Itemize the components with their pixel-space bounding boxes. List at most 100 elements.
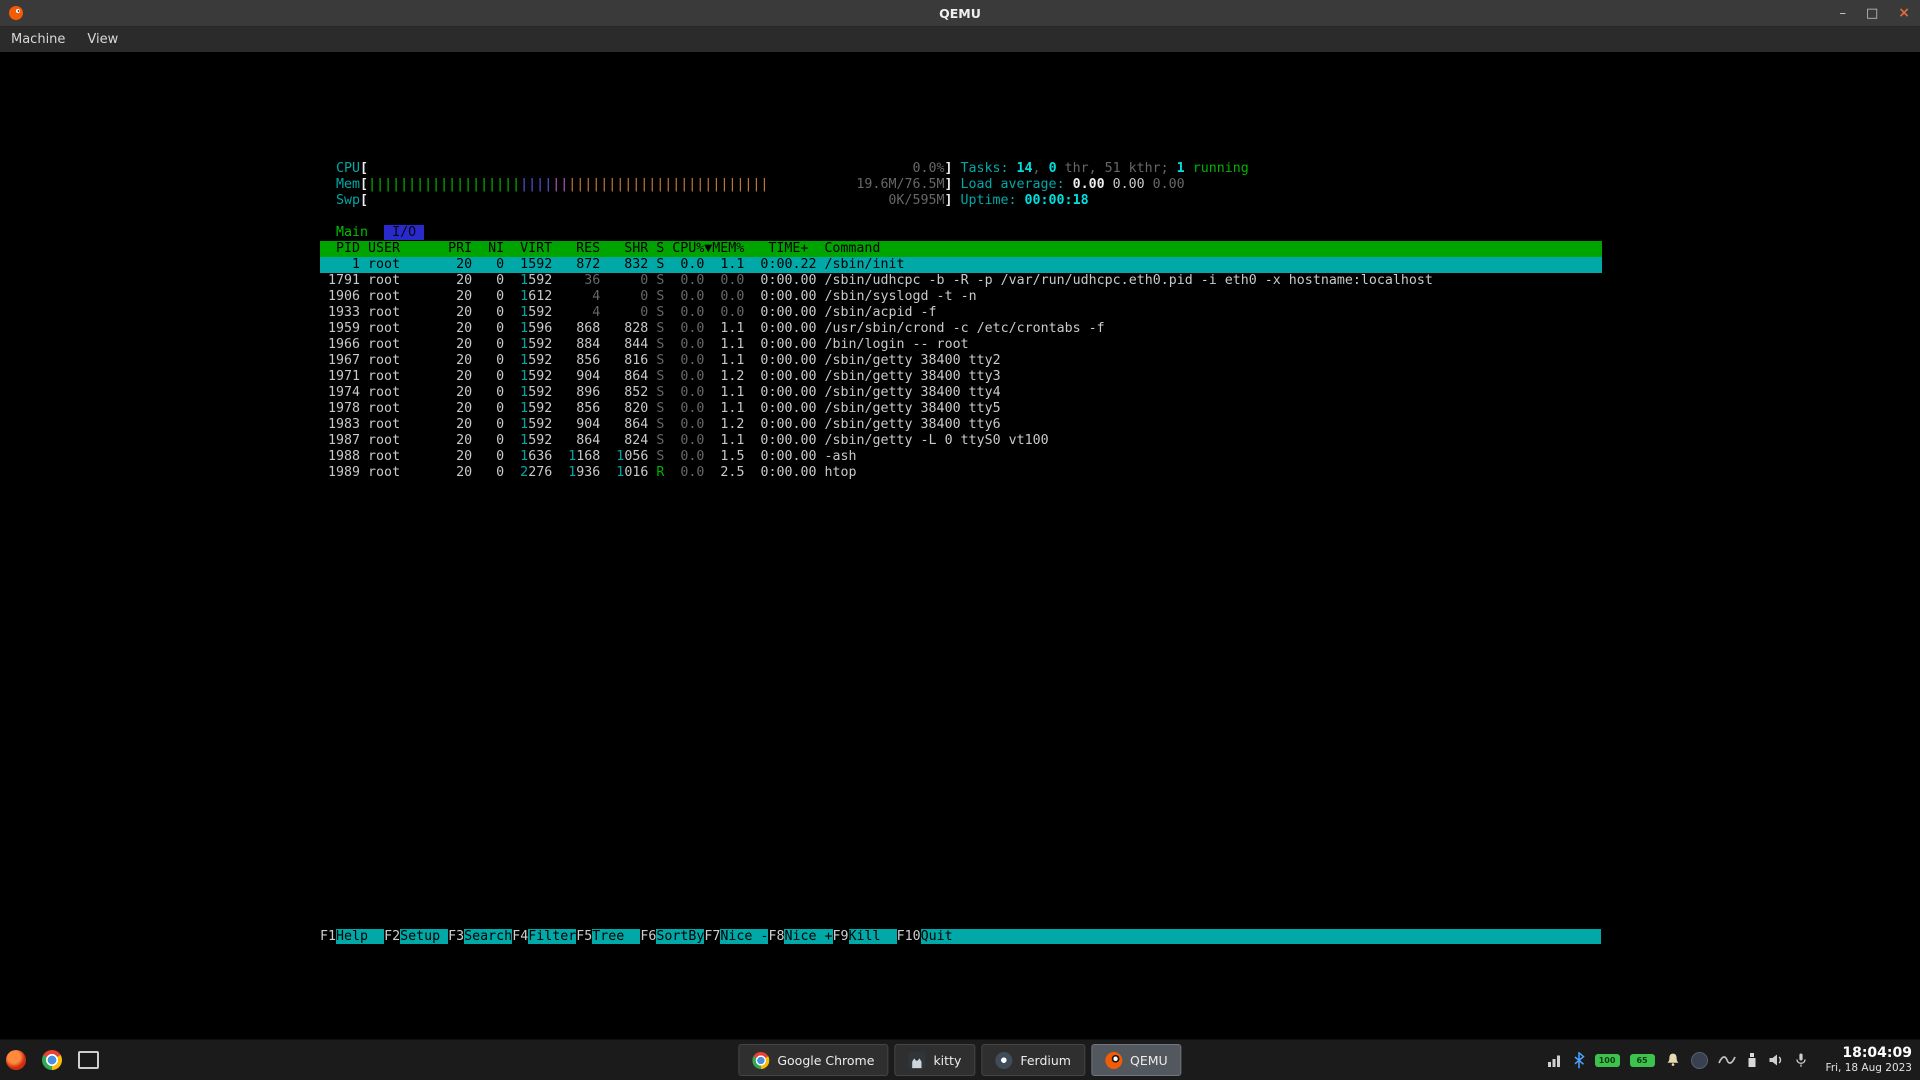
process-row[interactable]: 1983 root 20 0 1592 904 864 S 0.0 1.2 0:… (320, 417, 1602, 433)
blank-row (320, 737, 1602, 753)
process-mem: 1.1 (712, 321, 744, 336)
text-segment: 816 (608, 353, 656, 368)
fkey-f1[interactable]: F1 (320, 929, 336, 944)
fkey-f7-label[interactable]: Nice - (720, 929, 768, 944)
process-row[interactable]: 1 root 20 0 1592 872 832 S 0.0 1.1 0:00.… (320, 257, 1602, 273)
text-segment: 20 0 (448, 401, 512, 416)
process-cpu: 0.0 (672, 385, 704, 400)
summary-text: 00:00:18 (1025, 193, 1089, 208)
htop-terminal[interactable]: CPU[ 0.0%] Tasks: 14, 0 thr, 51 kthr; 1 … (320, 161, 1602, 945)
blank-row (320, 625, 1602, 641)
text-segment: 828 (608, 321, 656, 336)
vm-display-area[interactable]: CPU[ 0.0%] Tasks: 14, 0 thr, 51 kthr; 1 … (0, 52, 1920, 1040)
battery-indicator-1[interactable]: 100 (1595, 1054, 1620, 1067)
minimize-button[interactable]: – (1839, 7, 1846, 20)
text-segment: 0 (608, 273, 656, 288)
fkey-f10[interactable]: F10 (897, 929, 921, 944)
fkey-f4-label[interactable]: Filter (528, 929, 576, 944)
process-user: root (368, 305, 448, 320)
clock[interactable]: 18:04:09 Fri, 18 Aug 2023 (1826, 1045, 1912, 1074)
tab-main[interactable]: Main (336, 225, 368, 240)
battery-indicator-2[interactable]: 65 (1630, 1054, 1655, 1067)
show-desktop-icon[interactable] (78, 1051, 99, 1069)
night-light-icon[interactable] (1691, 1052, 1708, 1069)
process-cpu: 0.0 (672, 321, 704, 336)
taskbar-button-qemu[interactable]: QEMU (1091, 1044, 1182, 1076)
menu-item-machine[interactable]: Machine (0, 27, 76, 52)
close-button[interactable]: × (1898, 6, 1910, 20)
process-row[interactable]: 1967 root 20 0 1592 856 816 S 0.0 1.1 0:… (320, 353, 1602, 369)
fkey-f6[interactable]: F6 (640, 929, 656, 944)
blank-row (320, 897, 1602, 913)
fkey-f3[interactable]: F3 (448, 929, 464, 944)
bluetooth-icon[interactable] (1573, 1052, 1585, 1069)
maximize-button[interactable]: □ (1866, 7, 1878, 20)
meter-ticks: ||||||||||||||||||| (368, 177, 520, 192)
removable-media-icon[interactable] (1746, 1052, 1758, 1068)
table-header[interactable]: PID USER PRI NI VIRT RES SHR S CPU%▼MEM%… (320, 241, 1602, 257)
app-launcher-icon[interactable] (6, 1050, 26, 1070)
fkey-f6-label[interactable]: SortBy (656, 929, 704, 944)
mem-meter-value: 19.6M/76.5M (856, 177, 944, 192)
fkey-f8-label[interactable]: Nice + (784, 929, 832, 944)
taskbar-button-ferdium[interactable]: Ferdium (981, 1044, 1085, 1076)
fkey-f1-label[interactable]: Help (336, 929, 384, 944)
process-row[interactable]: 1989 root 20 0 2276 1936 1016 R 0.0 2.5 … (320, 465, 1602, 481)
taskbar-button-chrome[interactable]: Google Chrome (738, 1044, 888, 1076)
process-row[interactable]: 1906 root 20 0 1612 4 0 S 0.0 0.0 0:00.0… (320, 289, 1602, 305)
process-mem: 1.5 (712, 449, 744, 464)
process-row[interactable]: 1933 root 20 0 1592 4 0 S 0.0 0.0 0:00.0… (320, 305, 1602, 321)
fkey-f5[interactable]: F5 (576, 929, 592, 944)
volume-icon[interactable] (1768, 1052, 1784, 1068)
process-time: 0:00.00 (744, 433, 824, 448)
process-mem: 0.0 (712, 305, 744, 320)
process-row[interactable]: 1959 root 20 0 1596 868 828 S 0.0 1.1 0:… (320, 321, 1602, 337)
menu-item-view[interactable]: View (76, 27, 129, 52)
process-row[interactable]: 1971 root 20 0 1592 904 864 S 0.0 1.2 0:… (320, 369, 1602, 385)
meter-ticks: || (552, 177, 568, 192)
summary-text: 0 (1049, 161, 1057, 176)
process-command: /usr/sbin/crond -c /etc/crontabs -f (824, 321, 1104, 336)
taskbar-button-label: QEMU (1130, 1053, 1168, 1068)
text-segment: [ (360, 177, 368, 192)
fkey-f10-label[interactable]: Quit (921, 929, 969, 944)
microphone-icon[interactable] (1794, 1052, 1808, 1068)
process-row[interactable]: 1978 root 20 0 1592 856 820 S 0.0 1.1 0:… (320, 401, 1602, 417)
fkey-f3-label[interactable]: Search (464, 929, 512, 944)
process-row[interactable]: 1791 root 20 0 1592 36 0 S 0.0 0.0 0:00.… (320, 273, 1602, 289)
fkey-f2-label[interactable]: Setup (400, 929, 448, 944)
taskbar-button-kitty[interactable]: kitty (894, 1044, 975, 1076)
fkey-f2[interactable]: F2 (384, 929, 400, 944)
network-vpn-icon[interactable] (1718, 1053, 1736, 1067)
fkey-f7[interactable]: F7 (704, 929, 720, 944)
text-segment: 1 (520, 369, 528, 384)
text-segment: 1 (520, 401, 528, 416)
header-columns: MEM% TIME+ Command (712, 241, 880, 256)
fkey-f8[interactable]: F8 (768, 929, 784, 944)
qemu-window-icon (8, 5, 24, 21)
screen-tabs: Main I/O (320, 225, 1602, 241)
process-user: root (368, 401, 448, 416)
process-row[interactable]: 1988 root 20 0 1636 1168 1056 S 0.0 1.5 … (320, 449, 1602, 465)
text-segment: 016 (624, 465, 656, 480)
process-row[interactable]: 1974 root 20 0 1592 896 852 S 0.0 1.1 0:… (320, 385, 1602, 401)
fkey-f9-label[interactable]: Kill (849, 929, 897, 944)
network-signal-icon[interactable] (1547, 1052, 1563, 1068)
fkey-f5-label[interactable]: Tree (592, 929, 640, 944)
process-command: /sbin/getty 38400 tty2 (824, 353, 1000, 368)
text-segment: 276 (528, 465, 560, 480)
notification-bell-icon[interactable] (1665, 1052, 1681, 1068)
text-segment: 844 (608, 337, 656, 352)
text-segment: 884 (560, 337, 608, 352)
blank-row (320, 833, 1602, 849)
cpu-meter-label: CPU (336, 161, 360, 176)
process-mem: 1.1 (712, 257, 744, 272)
text-segment: 592 (528, 337, 560, 352)
blank-row (320, 785, 1602, 801)
tab-io[interactable]: I/O (384, 225, 424, 240)
process-row[interactable]: 1987 root 20 0 1592 864 824 S 0.0 1.1 0:… (320, 433, 1602, 449)
chrome-launcher-icon[interactable] (42, 1050, 62, 1070)
process-row[interactable]: 1966 root 20 0 1592 884 844 S 0.0 1.1 0:… (320, 337, 1602, 353)
fkey-f4[interactable]: F4 (512, 929, 528, 944)
fkey-f9[interactable]: F9 (833, 929, 849, 944)
